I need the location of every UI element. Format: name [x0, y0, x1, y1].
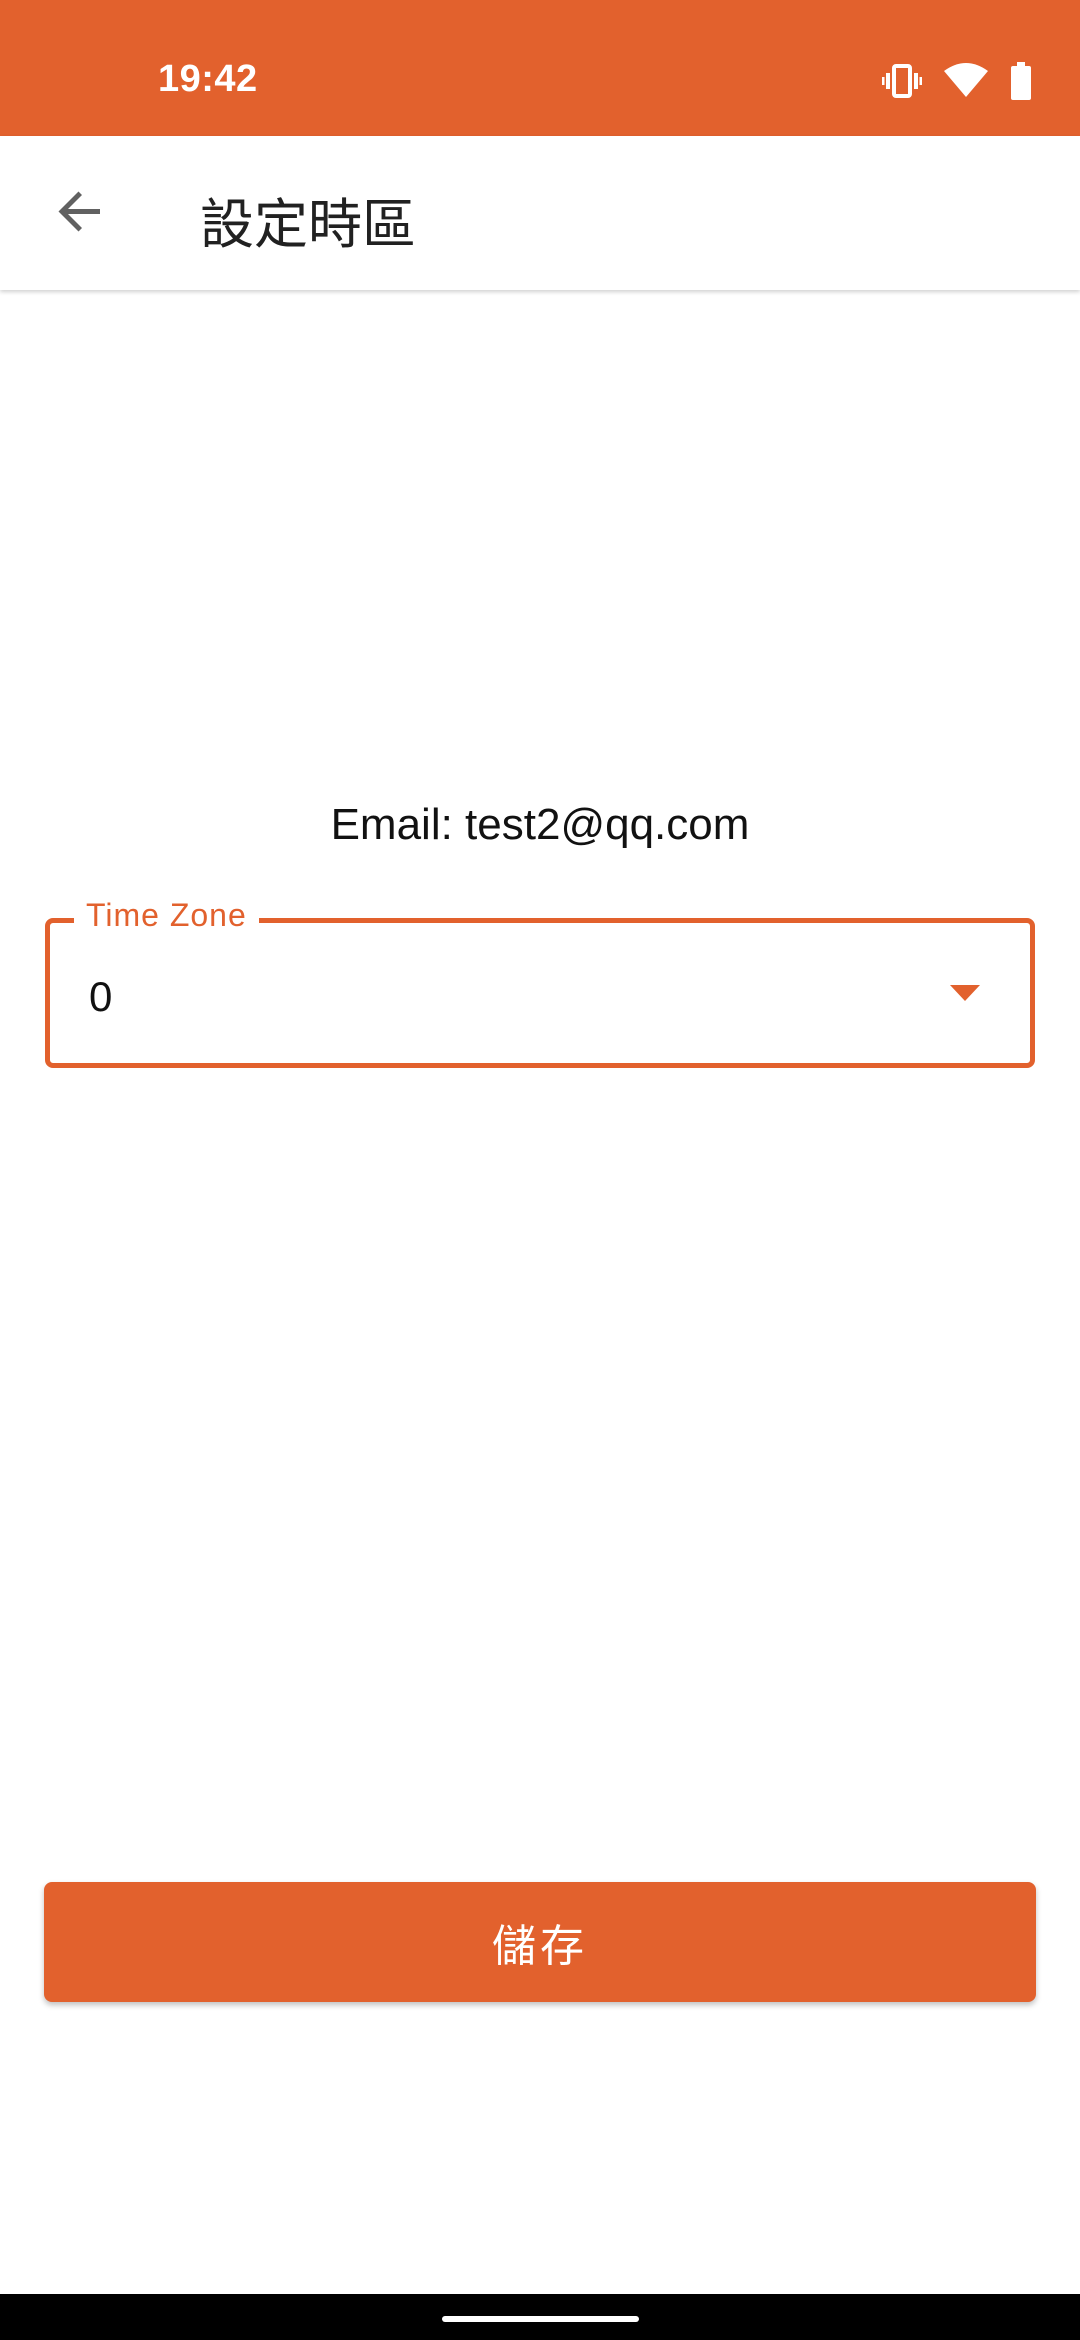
vibrate-icon [882, 63, 922, 99]
wifi-icon [944, 63, 988, 99]
status-time: 19:42 [158, 58, 258, 100]
navigation-bar [0, 2294, 1080, 2340]
dropdown-arrow-icon [950, 985, 980, 1006]
back-button[interactable] [40, 173, 120, 253]
app-bar: 設定時區 [0, 136, 1080, 290]
home-indicator[interactable] [442, 2316, 639, 2322]
time-zone-value: 0 [89, 973, 113, 1020]
battery-icon [1010, 62, 1032, 100]
time-zone-dropdown[interactable]: Time Zone 0 [45, 897, 1035, 1068]
save-button[interactable]: 儲存 [44, 1882, 1036, 2002]
email-text: Email: test2@qq.com [330, 800, 750, 849]
screen: 19:42 設定時區 Email: test2@qq.com Time Zone… [0, 0, 1080, 2340]
arrow-back-icon [56, 187, 104, 240]
time-zone-label: Time Zone [74, 897, 259, 934]
status-icons [882, 62, 1032, 100]
status-bar: 19:42 [0, 0, 1080, 136]
page-title: 設定時區 [200, 193, 416, 256]
